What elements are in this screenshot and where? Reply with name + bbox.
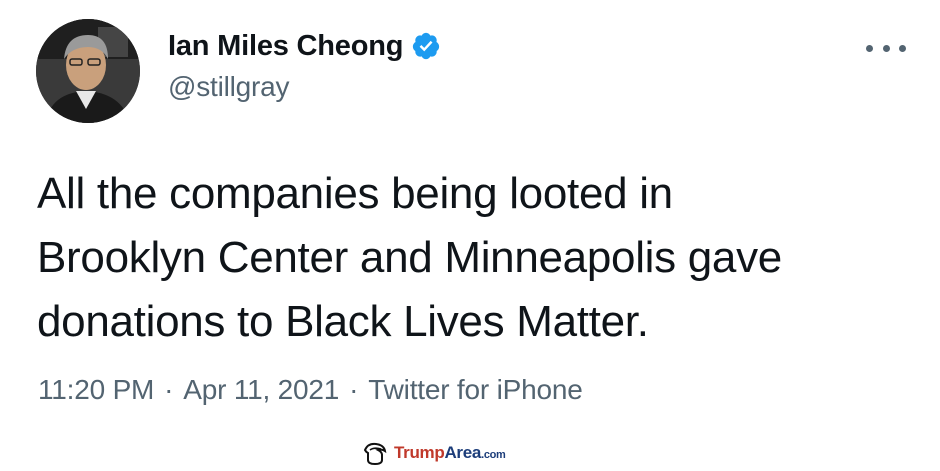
tweet-time[interactable]: 11:20 PM <box>38 374 154 406</box>
name-row: Ian Miles Cheong <box>168 26 441 66</box>
tweet-metadata: 11:20 PM · Apr 11, 2021 · Twitter for iP… <box>38 374 583 406</box>
watermark-part1: Trump <box>394 443 445 462</box>
verified-badge-icon <box>411 31 441 61</box>
meta-separator: · <box>164 374 174 405</box>
more-horizontal-icon <box>882 44 890 52</box>
more-horizontal-icon <box>866 44 873 52</box>
author-avatar[interactable] <box>36 19 140 123</box>
watermark: TrumpArea.com <box>362 440 506 466</box>
avatar-image <box>36 19 140 123</box>
trump-hair-logo-icon <box>362 440 388 466</box>
author-block: Ian Miles Cheong @stillgray <box>168 26 441 103</box>
tweet-source[interactable]: Twitter for iPhone <box>368 374 582 406</box>
tweet-date[interactable]: Apr 11, 2021 <box>183 374 339 406</box>
more-options-button[interactable] <box>866 36 906 60</box>
watermark-suffix: .com <box>481 449 506 461</box>
meta-separator: · <box>349 374 359 405</box>
more-horizontal-icon <box>899 44 906 52</box>
author-handle[interactable]: @stillgray <box>168 71 441 103</box>
watermark-text: TrumpArea.com <box>394 443 506 463</box>
tweet-card: Ian Miles Cheong @stillgray All the comp… <box>0 0 940 467</box>
watermark-part2: Area <box>444 443 482 462</box>
author-display-name[interactable]: Ian Miles Cheong <box>168 30 403 63</box>
tweet-text: All the companies being looted in Brookl… <box>37 169 782 346</box>
